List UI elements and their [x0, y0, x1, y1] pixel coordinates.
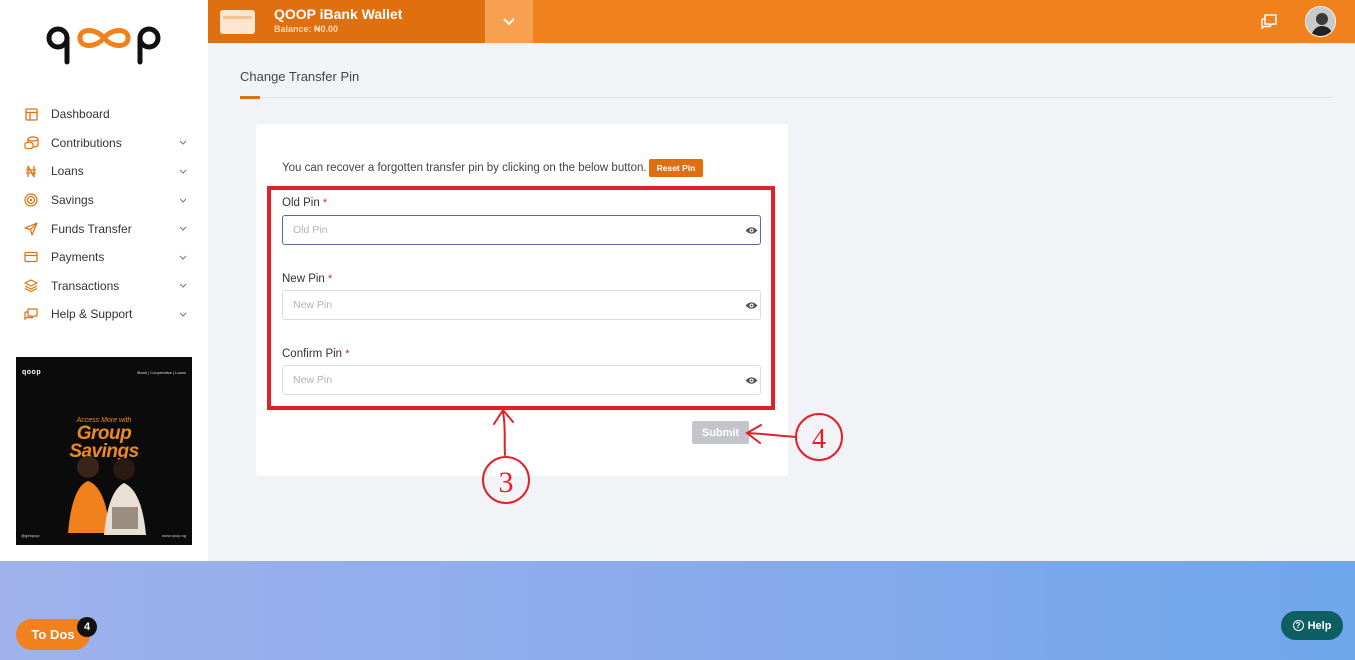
wallet-selector[interactable]: QOOP iBank Wallet Balance: ₦0.00 [208, 0, 485, 43]
sidebar-item-loans[interactable]: Loans [0, 157, 208, 186]
confirm-pin-label-text: Confirm Pin [282, 348, 343, 360]
confirm-pin-label: Confirm Pin * [282, 348, 350, 360]
send-icon [23, 221, 39, 237]
wallet-title: QOOP iBank Wallet [274, 6, 403, 22]
chevron-down-icon [178, 138, 188, 148]
confirm-pin-field[interactable] [282, 365, 761, 395]
wallet-balance: Balance: ₦0.00 [274, 24, 339, 34]
sidebar-item-dashboard[interactable]: Dashboard [0, 100, 208, 129]
old-pin-input[interactable] [283, 216, 723, 244]
group-savings-promo[interactable]: qoop iBank | Cooperative | Loans Access … [16, 357, 192, 545]
change-pin-card: You can recover a forgotten transfer pin… [256, 124, 788, 476]
help-label: Help [1307, 619, 1332, 632]
old-pin-label: Old Pin * [282, 197, 327, 209]
confirm-pin-input[interactable] [283, 366, 723, 394]
sidebar-item-label: Payments [51, 250, 105, 265]
coins-icon [23, 135, 39, 151]
bottom-background [0, 561, 1355, 660]
help-icon: ? [1292, 620, 1304, 631]
top-bar: QOOP iBank Wallet Balance: ₦0.00 [208, 0, 1355, 43]
sidebar-nav: Dashboard Contributions Loans Savings Fu… [0, 100, 208, 329]
chevron-down-icon [178, 309, 188, 319]
eye-icon[interactable] [744, 224, 758, 236]
chevron-down-icon [178, 281, 188, 291]
new-pin-label-text: New Pin [282, 273, 325, 285]
todos-count-badge: 4 [77, 617, 97, 637]
chevron-down-icon [178, 224, 188, 234]
wallet-card-icon [220, 10, 255, 34]
required-mark: * [328, 273, 333, 285]
todos-label: To Dos [31, 627, 75, 642]
required-mark: * [322, 197, 328, 209]
sidebar-item-savings[interactable]: Savings [0, 186, 208, 215]
recover-notice: You can recover a forgotten transfer pin… [282, 159, 704, 177]
new-pin-field[interactable] [282, 290, 761, 320]
sidebar-item-label: Loans [51, 164, 84, 179]
promo-footer-left: @getqoop [21, 533, 40, 538]
sidebar-item-help-support[interactable]: Help & Support [0, 300, 208, 329]
page-title: Change Transfer Pin [240, 69, 360, 84]
chat-icon[interactable] [1260, 13, 1278, 31]
sidebar-item-label: Savings [51, 193, 94, 208]
sidebar-item-transactions[interactable]: Transactions [0, 272, 208, 301]
eye-icon[interactable] [744, 299, 758, 311]
submit-button[interactable]: Submit [692, 421, 749, 444]
sidebar-item-label: Help & Support [51, 307, 133, 322]
layers-icon [23, 278, 39, 294]
annotation-label-4: 4 [812, 424, 826, 455]
avatar[interactable] [1305, 6, 1336, 37]
wallet-dropdown-button[interactable] [485, 0, 533, 43]
annotation-circle-4 [795, 413, 843, 461]
reset-pin-button[interactable]: Reset Pin [648, 159, 704, 177]
chevron-down-icon [178, 195, 188, 205]
target-icon [23, 192, 39, 208]
avatar-image [1306, 7, 1335, 36]
naira-icon [23, 163, 39, 179]
sidebar-item-label: Dashboard [51, 107, 110, 122]
sidebar-item-label: Funds Transfer [51, 221, 132, 236]
title-divider [240, 97, 1333, 98]
sidebar-item-payments[interactable]: Payments [0, 243, 208, 272]
required-mark: * [345, 348, 350, 360]
chevron-down-icon [503, 18, 515, 26]
promo-people-image [68, 456, 146, 535]
qoop-logo[interactable] [46, 22, 162, 66]
new-pin-input[interactable] [283, 291, 723, 319]
sidebar-item-contributions[interactable]: Contributions [0, 129, 208, 158]
title-underline [240, 96, 260, 99]
chevron-down-icon [178, 252, 188, 262]
sidebar: Dashboard Contributions Loans Savings Fu… [0, 0, 208, 561]
help-button[interactable]: ? Help [1281, 611, 1343, 640]
support-icon [23, 306, 39, 322]
credit-card-icon [23, 249, 39, 265]
eye-icon[interactable] [744, 374, 758, 386]
old-pin-field[interactable] [282, 215, 761, 245]
sidebar-item-label: Transactions [51, 278, 120, 293]
layout-icon [23, 106, 39, 122]
chevron-down-icon [178, 166, 188, 176]
sidebar-item-label: Contributions [51, 135, 122, 150]
recover-text: You can recover a forgotten transfer pin… [282, 162, 647, 174]
sidebar-item-funds-transfer[interactable]: Funds Transfer [0, 214, 208, 243]
new-pin-label: New Pin * [282, 273, 332, 285]
promo-footer-right: www.qoop.ng [161, 533, 186, 538]
old-pin-label-text: Old Pin [282, 197, 320, 209]
